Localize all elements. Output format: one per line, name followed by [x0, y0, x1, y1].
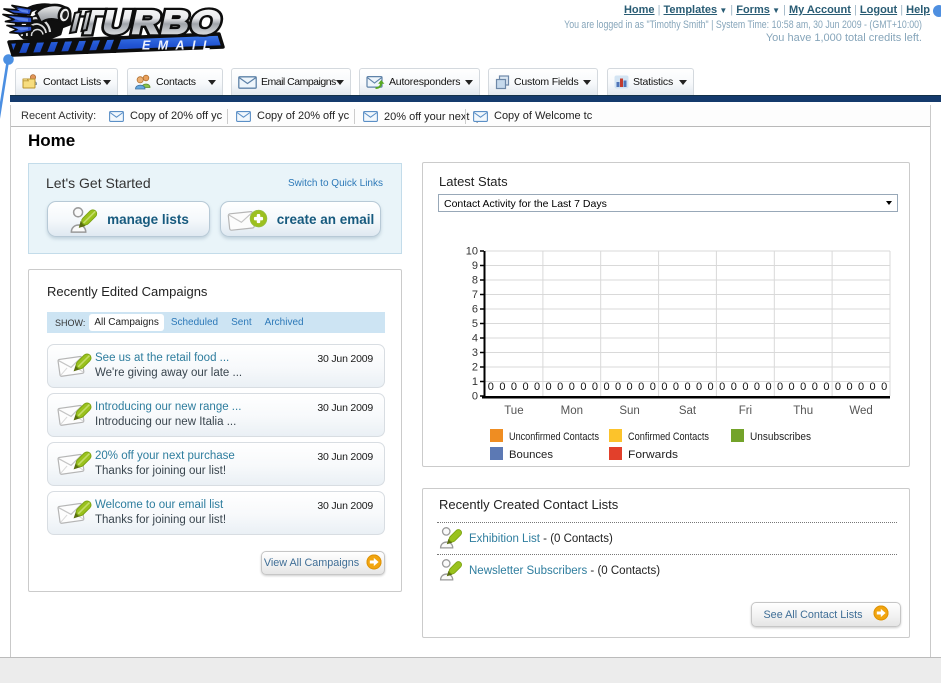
svg-text:Unconfirmed Contacts: Unconfirmed Contacts: [509, 431, 599, 443]
svg-text:0: 0: [534, 381, 540, 393]
svg-text:0: 0: [754, 381, 760, 393]
svg-text:0: 0: [472, 391, 478, 403]
svg-text:0: 0: [569, 381, 575, 393]
svg-text:0: 0: [615, 381, 621, 393]
svg-text:0: 0: [557, 381, 563, 393]
svg-text:0: 0: [696, 381, 702, 393]
svg-text:Forwards: Forwards: [628, 449, 679, 461]
svg-text:6: 6: [472, 304, 478, 316]
svg-text:Fri: Fri: [739, 405, 752, 417]
svg-text:0: 0: [731, 381, 737, 393]
svg-text:0: 0: [650, 381, 656, 393]
svg-text:9: 9: [472, 260, 478, 272]
svg-text:Thu: Thu: [793, 405, 813, 417]
svg-text:10: 10: [466, 246, 478, 258]
svg-text:2: 2: [472, 362, 478, 374]
svg-text:0: 0: [638, 381, 644, 393]
svg-text:0: 0: [870, 381, 876, 393]
svg-text:Bounces: Bounces: [509, 449, 554, 461]
svg-text:5: 5: [472, 318, 478, 330]
svg-text:Sat: Sat: [679, 405, 697, 417]
svg-text:0: 0: [603, 381, 609, 393]
svg-text:0: 0: [719, 381, 725, 393]
svg-text:0: 0: [881, 381, 887, 393]
svg-text:0: 0: [835, 381, 841, 393]
svg-text:0: 0: [858, 381, 864, 393]
svg-text:0: 0: [522, 381, 528, 393]
svg-text:7: 7: [472, 289, 478, 301]
svg-text:0: 0: [592, 381, 598, 393]
svg-text:0: 0: [661, 381, 667, 393]
svg-text:0: 0: [846, 381, 852, 393]
svg-text:4: 4: [472, 333, 478, 345]
svg-text:Tue: Tue: [504, 405, 523, 417]
svg-text:0: 0: [499, 381, 505, 393]
svg-text:0: 0: [673, 381, 679, 393]
svg-text:0: 0: [546, 381, 552, 393]
svg-text:0: 0: [580, 381, 586, 393]
svg-text:0: 0: [777, 381, 783, 393]
svg-text:Wed: Wed: [849, 405, 872, 417]
svg-text:Mon: Mon: [561, 405, 583, 417]
svg-text:0: 0: [488, 381, 494, 393]
svg-text:Confirmed Contacts: Confirmed Contacts: [628, 431, 709, 443]
svg-text:0: 0: [812, 381, 818, 393]
svg-text:TURBO: TURBO: [74, 3, 226, 41]
svg-text:0: 0: [765, 381, 771, 393]
svg-text:1: 1: [472, 376, 478, 388]
svg-text:0: 0: [627, 381, 633, 393]
svg-text:Unsubscribes: Unsubscribes: [750, 431, 811, 443]
svg-text:0: 0: [800, 381, 806, 393]
svg-text:0: 0: [789, 381, 795, 393]
svg-text:3: 3: [472, 347, 478, 359]
svg-text:0: 0: [823, 381, 829, 393]
svg-text:8: 8: [472, 275, 478, 287]
svg-text:0: 0: [511, 381, 517, 393]
svg-text:0: 0: [684, 381, 690, 393]
svg-text:Sun: Sun: [619, 405, 639, 417]
svg-text:0: 0: [708, 381, 714, 393]
svg-text:0: 0: [742, 381, 748, 393]
